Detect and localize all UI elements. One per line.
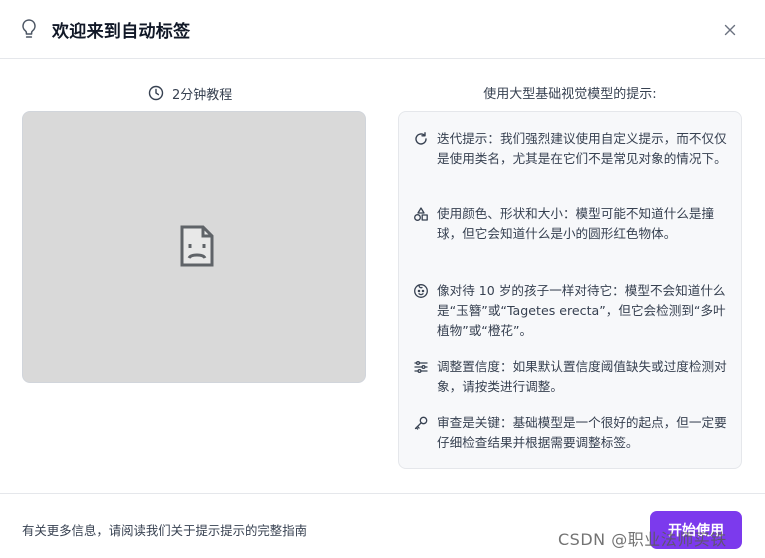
tip-text: 使用颜色、形状和大小：模型可能不知道什么是撞球，但它会知道什么是小的圆形红色物体… [437,206,715,241]
tip-text: 审查是关键：基础模型是一个很好的起点，但一定要仔细检查结果并根据需要调整标签。 [437,415,727,450]
dialog-title: 欢迎来到自动标签 [52,22,191,42]
tip-text: 调整置信度：如果默认置信度阈值缺失或过度检测对象，请按类进行调整。 [437,359,727,394]
child-face-icon [414,284,428,298]
lightbulb-icon [22,19,36,38]
tutorial-label: 2分钟教程 [148,83,232,103]
tutorial-video[interactable] [22,111,366,383]
shapes-icon [414,207,428,221]
tutorial-label-text: 2分钟教程 [172,87,233,103]
key-icon [414,416,428,430]
guide-link[interactable]: 有关更多信息，请阅读我们关于提示提示的完整指南 [22,521,307,539]
refresh-icon [415,132,427,145]
tips-title: 使用大型基础视觉模型的提示: [483,87,657,102]
broken-document-icon [180,225,214,267]
tip-text: 像对待 10 岁的孩子一样对待它：模型不会知道什么是“玉簪”或“Tagetes … [437,283,726,338]
close-icon[interactable] [722,22,738,38]
clock-icon [148,85,164,101]
tip-text: 迭代提示：我们强烈建议使用自定义提示，而不仅仅是使用类名，尤其是在它们不是常见对… [437,131,727,166]
watermark: CSDN @职业法师买铁 [558,530,727,549]
tips-panel: 迭代提示：我们强烈建议使用自定义提示，而不仅仅是使用类名，尤其是在它们不是常见对… [398,111,742,469]
sliders-icon [414,360,428,374]
dialog-header: 欢迎来到自动标签 [0,0,765,59]
